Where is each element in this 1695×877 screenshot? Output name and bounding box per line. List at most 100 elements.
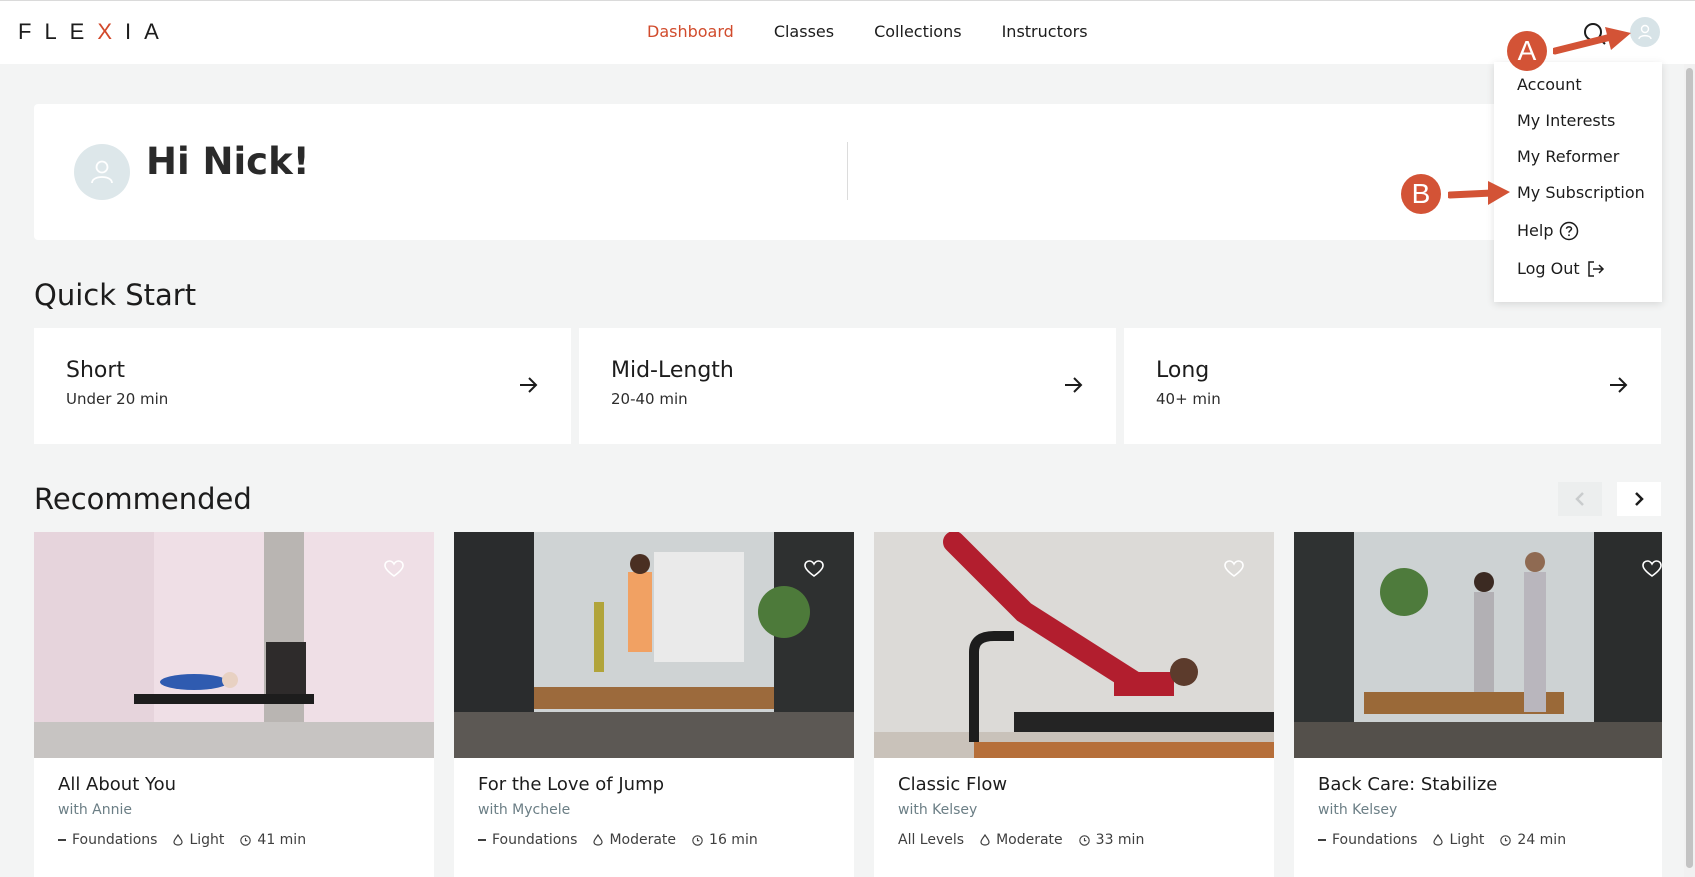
- user-menu-dropdown: Account My Interests My Reformer My Subs…: [1494, 62, 1662, 302]
- logo-text-left: FLE: [18, 19, 98, 44]
- quick-start-card-title: Short: [66, 358, 126, 383]
- menu-item-label: Log Out: [1517, 259, 1580, 278]
- class-meta: Foundations Moderate 16 min: [478, 832, 758, 848]
- profile-avatar[interactable]: [74, 144, 130, 200]
- clock-icon: [692, 834, 703, 846]
- class-duration: 24 min: [1500, 832, 1566, 848]
- carousel-next-button[interactable]: [1617, 482, 1661, 516]
- class-meta: Foundations Light 41 min: [58, 832, 306, 848]
- favorite-heart-icon[interactable]: [804, 560, 824, 578]
- quick-start-card-short[interactable]: Short Under 20 min: [34, 328, 571, 444]
- menu-item-log-out[interactable]: Log Out: [1517, 258, 1606, 280]
- class-instructor[interactable]: with Mychele: [478, 802, 570, 818]
- class-meta: All Levels Moderate 33 min: [898, 832, 1144, 848]
- quick-start-card-mid-length[interactable]: Mid-Length 20-40 min: [579, 328, 1116, 444]
- class-title[interactable]: Back Care: Stabilize: [1318, 774, 1497, 795]
- class-thumbnail-image: [34, 532, 434, 758]
- user-icon: [1638, 24, 1652, 40]
- class-intensity-label: Moderate: [609, 832, 677, 848]
- menu-item-my-interests[interactable]: My Interests: [1517, 110, 1615, 132]
- class-thumbnail-image: [1294, 532, 1662, 758]
- class-level: Foundations: [58, 832, 157, 848]
- menu-item-my-subscription[interactable]: My Subscription: [1517, 182, 1645, 204]
- level-dash-icon: [478, 839, 486, 841]
- clock-icon: [1078, 834, 1090, 846]
- intensity-drop-icon: [980, 834, 990, 846]
- user-avatar-button[interactable]: [1630, 17, 1660, 47]
- class-card[interactable]: Classic Flow with Kelsey All Levels Mode…: [874, 532, 1274, 877]
- intensity-drop-icon: [593, 834, 604, 846]
- nav-instructors[interactable]: Instructors: [1002, 21, 1088, 43]
- clock-icon: [1500, 834, 1512, 846]
- menu-item-account[interactable]: Account: [1517, 74, 1582, 96]
- nav-dashboard[interactable]: Dashboard: [647, 21, 734, 43]
- class-thumbnail[interactable]: [454, 532, 854, 758]
- class-instructor[interactable]: with Kelsey: [1318, 802, 1397, 818]
- menu-item-label: Help: [1517, 221, 1554, 240]
- favorite-heart-icon[interactable]: [1224, 560, 1244, 578]
- nav-classes[interactable]: Classes: [774, 21, 834, 43]
- class-thumbnail[interactable]: [874, 532, 1274, 758]
- class-thumbnail-image: [454, 532, 854, 758]
- class-thumbnail[interactable]: [34, 532, 434, 758]
- annotation-arrow-b: [1448, 181, 1510, 205]
- class-card[interactable]: All About You with Annie Foundations Lig…: [34, 532, 434, 877]
- class-duration-label: 16 min: [709, 832, 758, 848]
- intensity-drop-icon: [1433, 834, 1444, 846]
- user-icon: [91, 160, 113, 184]
- class-intensity-label: Moderate: [996, 832, 1063, 848]
- quick-start-card-title: Long: [1156, 358, 1210, 383]
- help-circle-icon: [1560, 221, 1579, 241]
- annotation-arrow-a: [1553, 27, 1631, 55]
- quick-start-card-subtitle: 40+ min: [1156, 390, 1221, 408]
- class-level-label: All Levels: [898, 832, 965, 848]
- class-intensity-label: Light: [189, 832, 225, 848]
- flexia-logo[interactable]: FLE X IA: [18, 19, 172, 45]
- arrow-right-icon: [1610, 377, 1628, 393]
- class-duration-label: 24 min: [1517, 832, 1567, 848]
- menu-item-help[interactable]: Help: [1517, 220, 1579, 242]
- nav-collections[interactable]: Collections: [874, 21, 961, 43]
- class-instructor[interactable]: with Kelsey: [898, 802, 977, 818]
- class-card[interactable]: For the Love of Jump with Mychele Founda…: [454, 532, 854, 877]
- class-level: Foundations: [478, 832, 577, 848]
- quick-start-card-title: Mid-Length: [611, 358, 734, 383]
- level-dash-icon: [1318, 839, 1326, 841]
- class-card[interactable]: Back Care: Stabilize with Kelsey Foundat…: [1294, 532, 1662, 877]
- menu-item-label: Account: [1517, 75, 1582, 94]
- scrollbar-thumb[interactable]: [1686, 68, 1693, 868]
- class-title[interactable]: For the Love of Jump: [478, 774, 664, 795]
- chevron-left-icon: [1575, 492, 1584, 506]
- menu-item-label: My Subscription: [1517, 183, 1645, 202]
- class-level: All Levels: [898, 832, 964, 848]
- favorite-heart-icon[interactable]: [1642, 560, 1662, 578]
- class-level-label: Foundations: [72, 832, 158, 848]
- carousel-prev-button[interactable]: [1558, 482, 1602, 516]
- class-duration-label: 41 min: [257, 832, 307, 848]
- quick-start-card-subtitle: Under 20 min: [66, 390, 169, 408]
- class-intensity-label: Light: [1449, 832, 1485, 848]
- menu-item-label: My Interests: [1517, 111, 1616, 130]
- class-duration: 41 min: [240, 832, 306, 848]
- class-intensity: Moderate: [980, 832, 1063, 848]
- logout-icon: [1587, 261, 1604, 277]
- class-instructor[interactable]: with Annie: [58, 802, 132, 818]
- favorite-heart-icon[interactable]: [384, 560, 404, 578]
- class-title[interactable]: Classic Flow: [898, 774, 1007, 795]
- class-title[interactable]: All About You: [58, 774, 176, 795]
- chevron-right-icon: [1635, 492, 1644, 506]
- intensity-drop-icon: [173, 834, 184, 846]
- class-intensity: Light: [173, 832, 224, 848]
- arrow-right-icon: [1065, 377, 1083, 393]
- class-duration: 33 min: [1078, 832, 1144, 848]
- class-thumbnail[interactable]: [1294, 532, 1662, 758]
- level-dash-icon: [58, 839, 66, 841]
- menu-item-my-reformer[interactable]: My Reformer: [1517, 146, 1619, 168]
- class-meta: Foundations Light 24 min: [1318, 832, 1566, 848]
- class-level-label: Foundations: [1332, 832, 1418, 848]
- arrow-right-icon: [520, 377, 538, 393]
- class-intensity: Moderate: [593, 832, 676, 848]
- class-level-label: Foundations: [492, 832, 578, 848]
- quick-start-card-long[interactable]: Long 40+ min: [1124, 328, 1661, 444]
- page-scrollbar[interactable]: [1684, 64, 1695, 877]
